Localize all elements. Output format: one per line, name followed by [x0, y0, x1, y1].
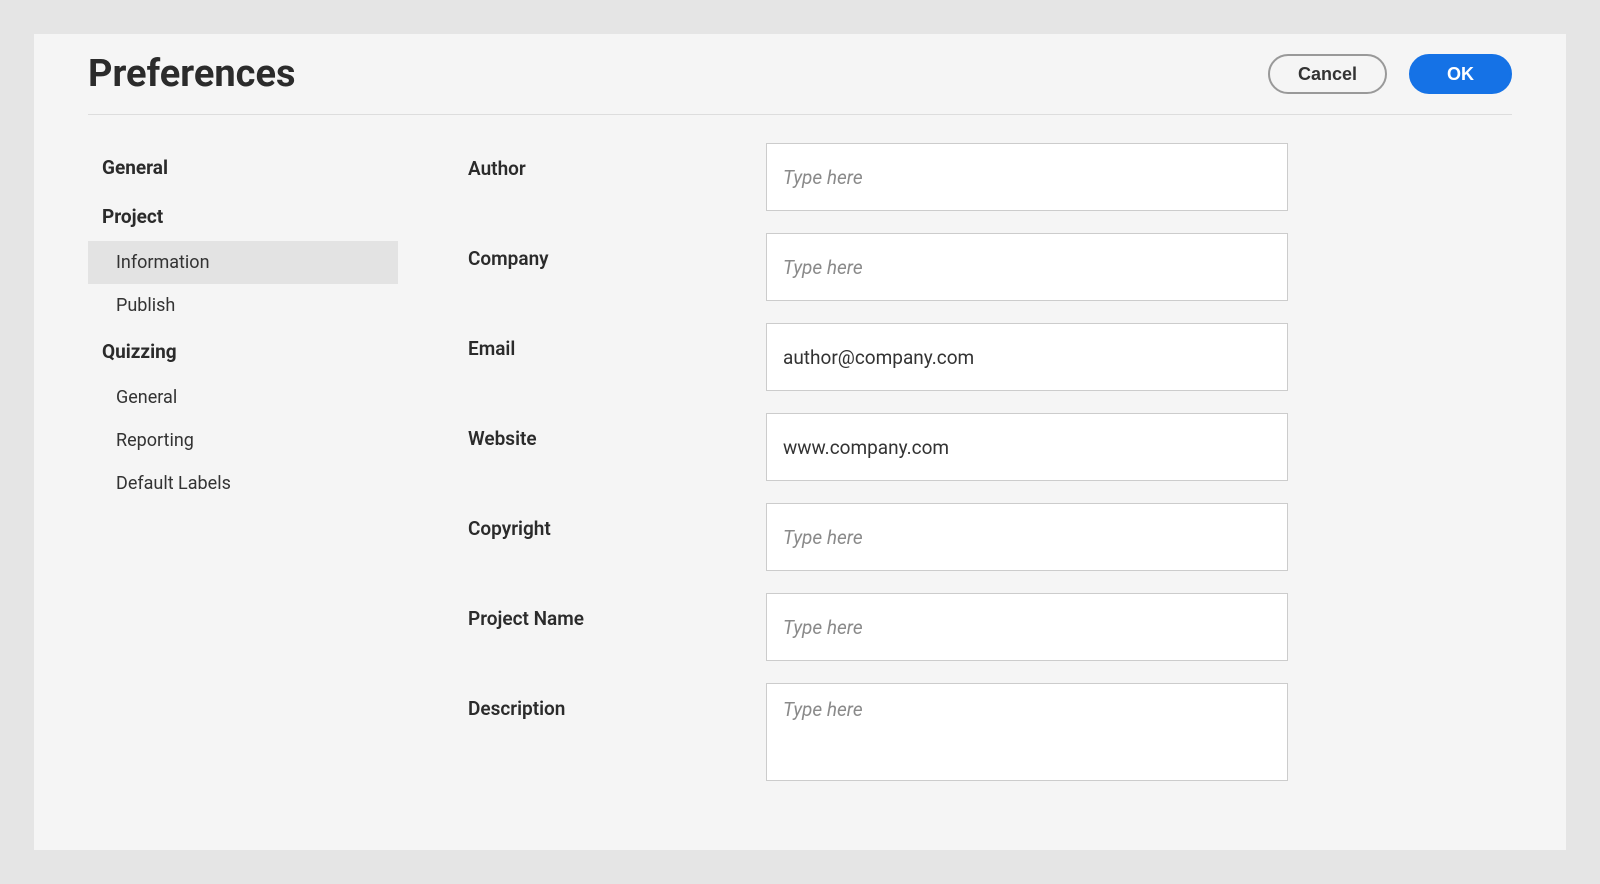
website-field[interactable]: [766, 413, 1288, 481]
email-field[interactable]: [766, 323, 1288, 391]
dialog-title: Preferences: [88, 52, 295, 96]
form-row-copyright: Copyright: [468, 503, 1288, 571]
sidebar-item-information[interactable]: Information: [88, 241, 398, 284]
sidebar-item-default-labels[interactable]: Default Labels: [88, 462, 398, 505]
ok-button[interactable]: OK: [1409, 54, 1512, 94]
form-row-company: Company: [468, 233, 1288, 301]
description-label: Description: [468, 683, 766, 720]
description-field[interactable]: [766, 683, 1288, 781]
dialog-header: Preferences Cancel OK: [88, 52, 1512, 115]
website-label: Website: [468, 413, 766, 450]
author-label: Author: [468, 143, 766, 180]
form: Author Company Email Website Copyright P: [468, 143, 1288, 803]
form-row-website: Website: [468, 413, 1288, 481]
sidebar-section-general[interactable]: General: [88, 143, 398, 192]
dialog-content: General Project Information Publish Quiz…: [88, 115, 1512, 803]
form-row-author: Author: [468, 143, 1288, 211]
copyright-label: Copyright: [468, 503, 766, 540]
sidebar-item-quizzing-general[interactable]: General: [88, 376, 398, 419]
form-row-description: Description: [468, 683, 1288, 781]
preferences-dialog: Preferences Cancel OK General Project In…: [34, 34, 1566, 850]
sidebar-item-publish[interactable]: Publish: [88, 284, 398, 327]
project-name-label: Project Name: [468, 593, 766, 630]
sidebar-item-reporting[interactable]: Reporting: [88, 419, 398, 462]
dialog-buttons: Cancel OK: [1268, 54, 1512, 94]
author-field[interactable]: [766, 143, 1288, 211]
sidebar-section-project[interactable]: Project: [88, 192, 398, 241]
email-label: Email: [468, 323, 766, 360]
sidebar: General Project Information Publish Quiz…: [88, 143, 398, 803]
form-row-project-name: Project Name: [468, 593, 1288, 661]
copyright-field[interactable]: [766, 503, 1288, 571]
company-label: Company: [468, 233, 766, 270]
sidebar-section-quizzing[interactable]: Quizzing: [88, 327, 398, 376]
project-name-field[interactable]: [766, 593, 1288, 661]
company-field[interactable]: [766, 233, 1288, 301]
form-row-email: Email: [468, 323, 1288, 391]
cancel-button[interactable]: Cancel: [1268, 54, 1387, 94]
